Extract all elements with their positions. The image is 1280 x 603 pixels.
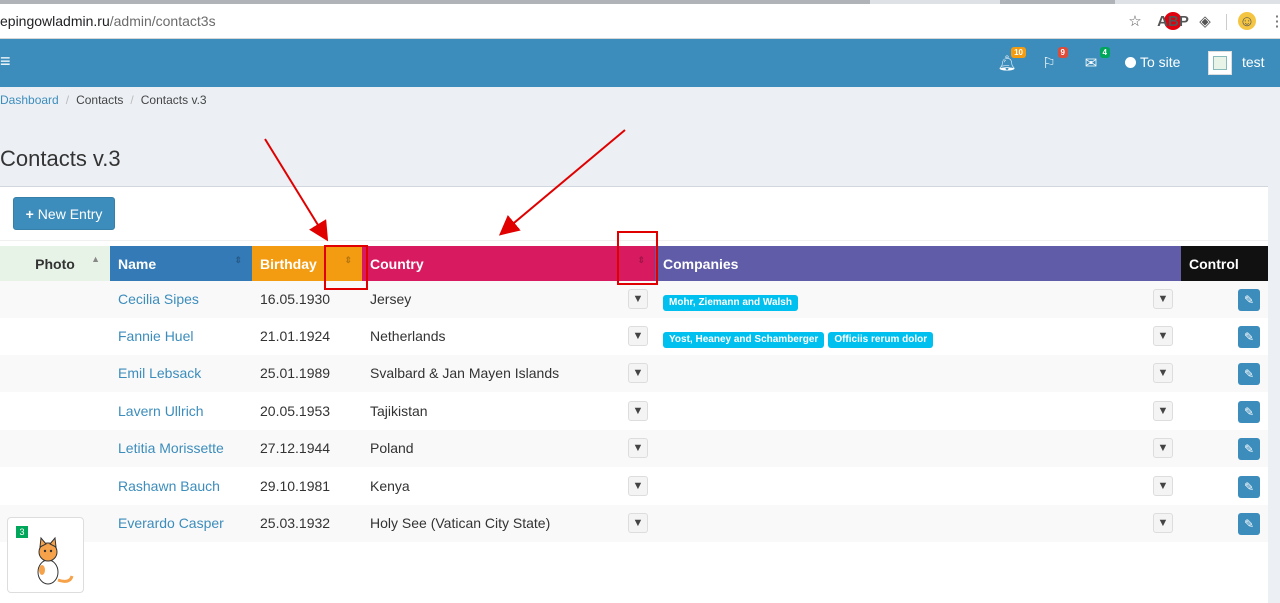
companies-filter-icon[interactable]: ▼ [1153,513,1173,533]
contact-name-link[interactable]: Rashawn Bauch [118,478,220,494]
country-cell: Holy See (Vatican City State) [370,515,551,531]
extension-icon[interactable]: ◈ [1196,12,1214,30]
breadcrumb-current: Contacts v.3 [140,93,207,107]
pencil-icon: ✎ [1243,480,1255,494]
country-filter-icon[interactable]: ▼ [628,326,648,346]
table-row: Rashawn Bauch 29.10.1981 Kenya ▼ ▼ ✎ [0,468,1268,505]
top-navbar: ≡ 🔔︎ 10 ⚐ 9 ✉ 4 To site test [0,39,1280,87]
breadcrumb: Dashboard / Contacts / Contacts v.3 [0,93,207,107]
pencil-icon: ✎ [1243,293,1255,307]
companies-filter-icon[interactable]: ▼ [1153,476,1173,496]
table-row: Emil Lebsack 25.01.1989 Svalbard & Jan May… [0,355,1268,392]
column-header-control: Control [1181,246,1268,281]
country-cell: Kenya [370,478,410,494]
column-header-name[interactable]: Name ⇕ [110,246,252,281]
pencil-icon: ✎ [1243,330,1255,344]
address-bar[interactable]: epingowladmin.ru/admin/contact3s ☆ ABP ◈… [0,4,1280,39]
toolbar-divider [1226,14,1227,30]
notifications-bell-icon[interactable]: 🔔︎ 10 [996,47,1026,74]
table-row: Cecilia Sipes 16.05.1930 Jersey ▼ Mohr, Ziem… [0,281,1268,318]
star-icon[interactable]: ☆ [1126,12,1144,30]
country-filter-icon[interactable]: ▼ [628,513,648,533]
flags-badge: 9 [1057,47,1068,58]
contact-name-link[interactable]: Everardo Casper [118,515,224,531]
birthday-cell: 21.01.1924 [260,328,331,344]
birthday-cell: 25.03.1932 [260,515,331,531]
table-row: Lavern Ullrich 20.05.1953 Tajikistan ▼ ▼ ✎ [0,393,1268,430]
companies-cell: Mohr, Ziemann and Walsh [663,292,802,311]
new-entry-button[interactable]: + New Entry [13,197,115,230]
contact-name-link[interactable]: Letitia Morissette [118,440,224,456]
plus-icon: + [25,205,34,222]
contact-photo-thumbnail[interactable]: 3 [7,517,84,593]
edit-button[interactable]: ✎ [1238,363,1260,385]
country-cell: Svalbard & Jan Mayen Islands [370,365,560,381]
country-filter-icon[interactable]: ▼ [628,401,648,421]
country-cell: Jersey [370,291,412,307]
table-row: Fannie Huel 21.01.1924 Netherlands ▼ Yost, H… [0,318,1268,355]
company-tag[interactable]: Yost, Heaney and Schamberger [663,332,825,348]
country-filter-icon[interactable]: ▼ [628,438,648,458]
company-tag[interactable]: Mohr, Ziemann and Walsh [663,295,798,311]
contact-name-link[interactable]: Fannie Huel [118,328,194,344]
country-cell: Netherlands [370,328,446,344]
companies-filter-icon[interactable]: ▼ [1153,289,1173,309]
flag-icon[interactable]: ⚐ 9 [1038,47,1068,74]
sort-icon: ⇕ [234,255,242,265]
edit-button[interactable]: ✎ [1238,476,1260,498]
sort-asc-icon: ▲ [91,254,100,264]
pencil-icon: ✎ [1243,405,1255,419]
url-text[interactable]: epingowladmin.ru/admin/contact3s [0,13,216,29]
edit-button[interactable]: ✎ [1238,513,1260,535]
cat-image [37,536,74,585]
pencil-icon: ✎ [1243,367,1255,381]
companies-filter-icon[interactable]: ▼ [1153,363,1173,383]
edit-button[interactable]: ✎ [1238,326,1260,348]
adblock-icon[interactable]: ABP [1157,12,1189,30]
birthday-cell: 27.12.1944 [260,440,331,456]
page-title: Contacts v.3 [0,146,121,171]
column-header-companies[interactable]: Companies [655,246,1181,281]
birthday-cell: 25.01.1989 [260,365,331,381]
table-row: Letitia Morissette 27.12.1944 Poland ▼ ▼ ✎ [0,430,1268,467]
companies-filter-icon[interactable]: ▼ [1153,326,1173,346]
pencil-icon: ✎ [1243,517,1255,531]
companies-filter-icon[interactable]: ▼ [1153,401,1173,421]
country-filter-icon[interactable]: ▼ [628,289,648,309]
contact-name-link[interactable]: Lavern Ullrich [118,403,204,419]
envelope-icon[interactable]: ✉ 4 [1080,47,1110,74]
contact-name-link[interactable]: Emil Lebsack [118,365,201,381]
messages-badge: 4 [1099,47,1110,58]
companies-filter-icon[interactable]: ▼ [1153,438,1173,458]
country-filter-icon[interactable]: ▼ [628,363,648,383]
companies-cell: Yost, Heaney and Schamberger Officiis rer… [663,329,937,348]
edit-button[interactable]: ✎ [1238,289,1260,311]
annotation-box-birthday-sort [324,245,368,290]
to-site-link[interactable]: To site [1125,54,1180,70]
country-cell: Tajikistan [370,403,428,419]
birthday-cell: 29.10.1981 [260,478,331,494]
table-row: Everardo Casper 25.03.1932 Holy See (Vatic… [0,505,1268,542]
pencil-icon: ✎ [1243,442,1255,456]
menu-icon[interactable]: ⋮ [1268,12,1280,30]
birthday-cell: 16.05.1930 [260,291,331,307]
company-tag[interactable]: Officiis rerum dolor [828,332,934,348]
breadcrumb-dashboard[interactable]: Dashboard [0,93,59,107]
breadcrumb-contacts[interactable]: Contacts [76,93,123,107]
contact-name-link[interactable]: Cecilia Sipes [118,291,199,307]
country-cell: Poland [370,440,414,456]
column-header-photo[interactable]: Photo ▲ [0,246,110,281]
column-header-country[interactable]: Country ⇕ [362,246,655,281]
user-avatar[interactable] [1208,51,1232,75]
annotation-box-country-sort [617,231,658,285]
profile-icon[interactable]: ☺ [1238,12,1256,30]
user-name[interactable]: test [1242,54,1265,70]
notifications-badge: 10 [1011,47,1026,58]
sidebar-toggle-icon[interactable]: ≡ [0,51,11,72]
birthday-cell: 20.05.1953 [260,403,331,419]
globe-icon [1125,56,1136,68]
country-filter-icon[interactable]: ▼ [628,476,648,496]
edit-button[interactable]: ✎ [1238,401,1260,423]
edit-button[interactable]: ✎ [1238,438,1260,460]
